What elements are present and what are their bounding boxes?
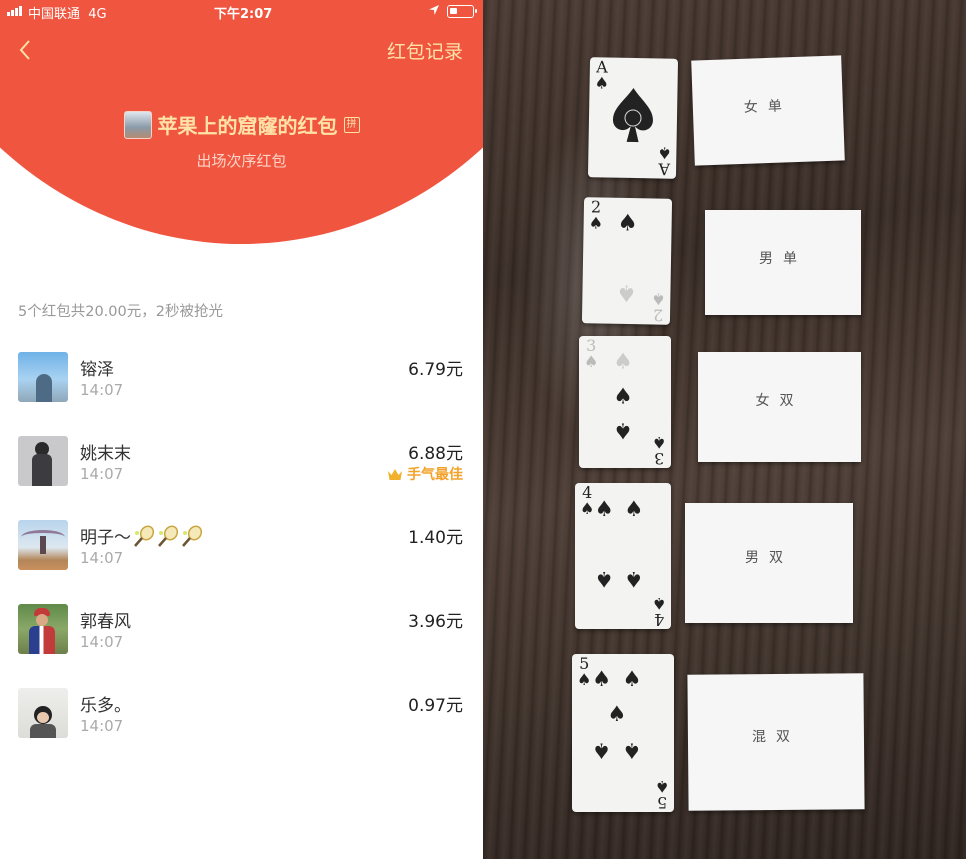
packet-subtitle: 出场次序红包 [196,152,287,170]
note-paper: 男单 [705,210,861,315]
recipient-row[interactable]: 乐多。 14:07 0.97元 [0,688,483,768]
location-icon [429,5,439,15]
svg-text:♠: ♠ [613,417,633,442]
recipient-amount: 6.79元 [408,360,463,380]
svg-text:♠: ♠ [595,497,614,522]
svg-text:♠: ♠ [613,384,633,409]
recipient-row[interactable]: 郭春风 14:07 3.96元 [0,604,483,684]
svg-text:♠: ♠ [592,738,611,763]
signal-icon [7,6,22,16]
recipient-row[interactable]: 姚末末 14:07 6.88元 手气最佳 [0,436,483,516]
packet-title: 苹果上的窟窿的红包 [157,114,338,138]
svg-text:♠: ♠ [607,702,626,727]
tennis-racket-icon [133,525,155,552]
svg-text:♠: ♠ [624,497,643,522]
red-packet-records-link[interactable]: 红包记录 [387,37,463,64]
spade-icon [612,88,653,143]
svg-text:♠: ♠ [622,738,641,763]
playing-card: 4 ♠ 4 ♠ ♠ ♠ ♠ ♠ [575,483,671,629]
battery-icon [447,5,477,18]
spade-pips: ♠ ♠ ♠ ♠ [595,497,644,591]
recipient-row[interactable]: 镕泽 14:07 6.79元 [0,352,483,432]
packet-summary: 5个红包共20.00元，2秒被抢光 [18,304,223,320]
status-bar: 中国联通 4G 下午2:07 [0,0,483,24]
phone-screen: 中国联通 4G 下午2:07 红包记录 苹果上的窟窿的红包 拼 出场次序红包 5… [0,0,483,859]
svg-text:♠: ♠ [624,566,643,591]
pin-badge: 拼 [343,116,360,133]
spade-pips: ♠ ♠ ♠ ♠ ♠ [592,667,641,763]
note-paper: 女双 [698,352,861,462]
spade-pips: ♠ ♠ [616,210,638,306]
tennis-racket-icon [181,525,203,552]
recipient-time: 14:07 [80,717,124,735]
avatar [18,520,68,570]
recipient-amount: 3.96元 [408,612,463,632]
recipient-time: 14:07 [80,633,124,651]
avatar [18,352,68,402]
note-paper: 男双 [685,503,853,623]
recipient-time: 14:07 [80,381,124,399]
playing-card: 3 ♠ 3 ♠ ♠ ♠ ♠ [579,336,671,468]
tennis-racket-icon [157,525,179,552]
avatar [18,688,68,738]
carrier-label: 中国联通 4G [28,7,107,22]
spade-pips: ♠ ♠ ♠ [613,350,633,443]
card-rank: 5 ♠ [654,777,669,812]
recipient-name: 郭春风 [80,612,131,632]
recipient-name: 镕泽 [80,360,114,380]
playing-card: 2 ♠ 2 ♠ ♠ ♠ [581,197,673,325]
note-paper: 女单 [691,55,845,166]
recipient-amount: 1.40元 [408,528,463,548]
recipient-amount: 0.97元 [408,696,463,716]
avatar [18,436,68,486]
svg-text:♠: ♠ [613,350,633,375]
sender-avatar [123,110,152,139]
crown-icon [388,468,402,480]
svg-text:♠: ♠ [622,667,641,692]
recipient-time: 14:07 [80,465,124,483]
svg-text:♠: ♠ [617,210,638,236]
recipient-name: 乐多。 [80,696,131,716]
packet-title-row: 苹果上的窟窿的红包 拼 [0,110,483,139]
note-paper: 混双 [687,673,865,811]
recipient-row[interactable]: 明子～ 14:07 1.40元 [0,520,483,600]
playing-card: 5 ♠ 5 ♠ ♠ ♠ ♠ ♠ ♠ [572,654,674,812]
svg-text:♠: ♠ [616,279,637,305]
recipient-time: 14:07 [80,549,124,567]
svg-text:♠: ♠ [592,667,611,692]
recipient-amount: 6.88元 [408,444,463,464]
back-chevron-icon[interactable] [16,38,36,62]
recipient-name: 明子～ [80,523,203,552]
svg-text:♠: ♠ [595,566,614,591]
recipient-name: 姚末末 [80,444,131,464]
cards-photo: A ♠ A ♠ 女单 2 ♠ 2 ♠ ♠ ♠ 男单 3 ♠ 3 ♠ ♠ ♠ ♠ 女双 4 ♠ … [483,0,966,859]
best-luck-badge: 手气最佳 [387,464,463,484]
status-time: 下午2:07 [214,7,273,22]
avatar [18,604,68,654]
playing-card: A ♠ A ♠ [587,57,679,179]
